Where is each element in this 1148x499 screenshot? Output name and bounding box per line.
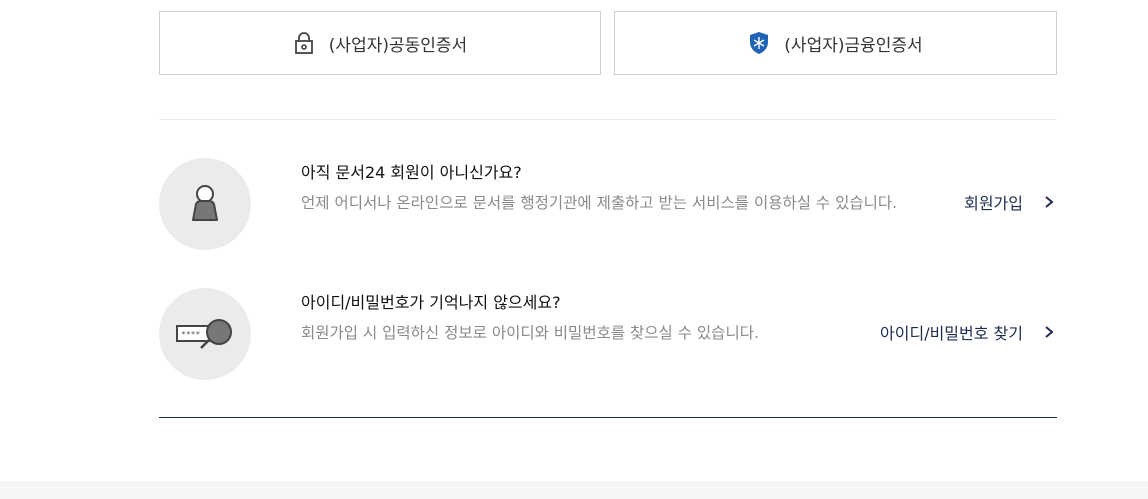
password-search-icon: **** bbox=[159, 288, 251, 380]
shield-icon bbox=[748, 31, 770, 55]
find-account-row: **** 아이디/비밀번호가 기억나지 않으세요? 회원가입 시 입력하신 정보… bbox=[159, 288, 1057, 380]
signup-description: 언제 어디서나 온라인으로 문서를 행정기관에 제출하고 받는 서비스를 이용하… bbox=[301, 194, 898, 212]
joint-certificate-label: (사업자)공동인증서 bbox=[328, 35, 468, 56]
person-icon bbox=[159, 158, 251, 250]
signup-link-label: 회원가입 bbox=[964, 194, 1023, 213]
section-divider bbox=[159, 119, 1057, 120]
find-account-link-label: 아이디/비밀번호 찾기 bbox=[880, 324, 1023, 343]
lock-icon bbox=[293, 31, 315, 55]
signup-link[interactable]: 회원가입 bbox=[964, 190, 1057, 214]
find-account-description: 회원가입 시 입력하신 정보로 아이디와 비밀번호를 찾으실 수 있습니다. bbox=[301, 324, 759, 342]
find-account-link[interactable]: 아이디/비밀번호 찾기 bbox=[880, 320, 1057, 344]
bottom-divider bbox=[159, 417, 1057, 418]
find-account-title: 아이디/비밀번호가 기억나지 않으세요? bbox=[301, 293, 561, 312]
svg-text:****: **** bbox=[181, 330, 200, 339]
signup-title: 아직 문서24 회원이 아니신가요? bbox=[301, 163, 522, 182]
chevron-right-icon bbox=[1043, 195, 1057, 209]
chevron-right-icon bbox=[1043, 325, 1057, 339]
joint-certificate-button[interactable]: (사업자)공동인증서 bbox=[159, 11, 601, 75]
footer-band bbox=[0, 482, 1148, 499]
financial-certificate-label: (사업자)금융인증서 bbox=[784, 35, 923, 56]
signup-row: 아직 문서24 회원이 아니신가요? 언제 어디서나 온라인으로 문서를 행정기… bbox=[159, 158, 1057, 250]
financial-certificate-button[interactable]: (사업자)금융인증서 bbox=[614, 11, 1057, 75]
